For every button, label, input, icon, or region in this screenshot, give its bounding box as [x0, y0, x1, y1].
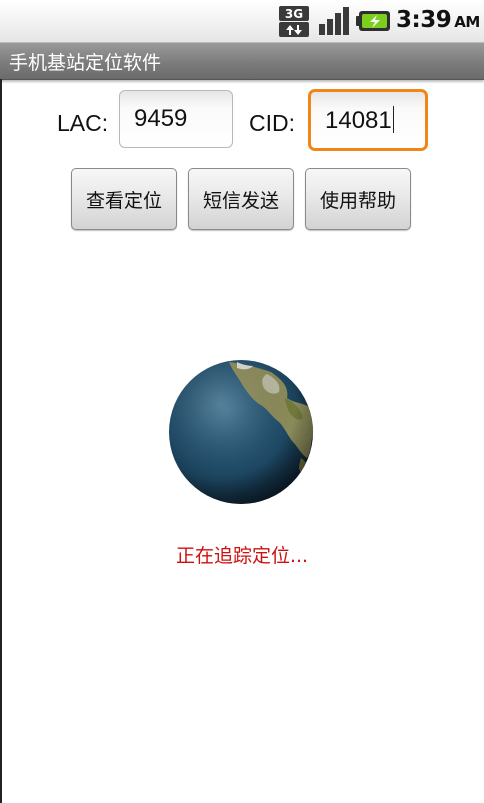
signal-strength-icon [318, 6, 352, 36]
lac-label: LAC: [57, 110, 109, 136]
text-caret [392, 106, 395, 133]
app-title: 手机基站定位软件 [9, 52, 162, 74]
status-bar: 3G 3:39 AM [0, 0, 484, 43]
tracking-status-text: 正在追踪定位... [175, 545, 309, 567]
lac-input[interactable]: 9459 [119, 90, 233, 148]
clock: 3:39 AM [396, 7, 480, 33]
cid-input[interactable]: 14081 [308, 89, 428, 151]
svg-text:3G: 3G [285, 7, 303, 21]
app-title-bar: 手机基站定位软件 [0, 43, 484, 80]
cid-label: CID: [249, 110, 295, 136]
network-3g-icon: 3G [279, 6, 311, 38]
window-edge [0, 79, 2, 803]
battery-charging-icon [356, 10, 392, 32]
send-sms-button[interactable]: 短信发送 [188, 168, 294, 230]
view-location-button[interactable]: 查看定位 [71, 168, 177, 230]
help-button[interactable]: 使用帮助 [305, 168, 411, 230]
earth-globe-icon [167, 358, 315, 506]
